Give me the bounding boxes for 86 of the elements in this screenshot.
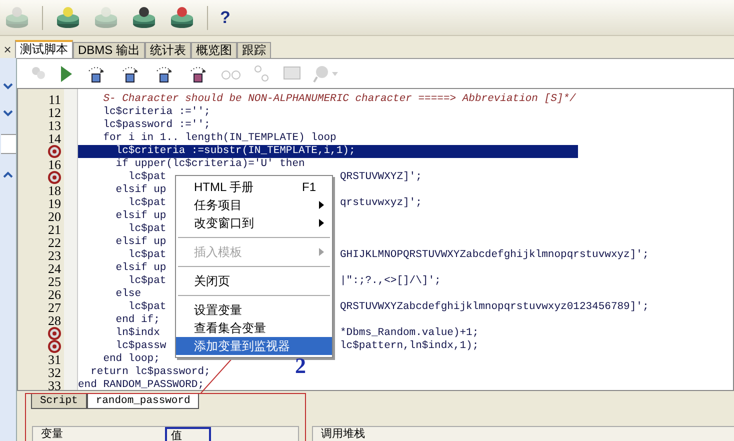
code-line: end if; bbox=[114, 314, 160, 327]
menu-label: 关闭页 bbox=[194, 273, 231, 290]
code-line: elsif up bbox=[114, 262, 166, 275]
column-header[interactable]: 值 bbox=[165, 427, 211, 441]
line-number: 28 bbox=[48, 314, 61, 327]
help-button[interactable]: ? bbox=[220, 4, 230, 30]
annotation-number: 2 bbox=[295, 355, 306, 377]
code-line: elsif up bbox=[114, 236, 166, 249]
tab[interactable]: 统计表 bbox=[145, 42, 192, 58]
menu-label: 设置变量 bbox=[194, 302, 243, 319]
line-number: 19 bbox=[48, 197, 61, 210]
menu-label: 任务项目 bbox=[194, 197, 243, 214]
line-number: 25 bbox=[48, 275, 61, 288]
code-comment: S- Character should be NON-ALPHANUMERIC character =====> Abbreviation [S]*/ bbox=[102, 93, 576, 106]
column-header[interactable]: 变量 bbox=[33, 427, 165, 441]
line-number: 27 bbox=[48, 301, 61, 314]
menu-item[interactable]: 设置变量 bbox=[176, 301, 332, 319]
code-line: end loop; bbox=[102, 353, 160, 366]
code-line: lc$pattern,ln$indx,1); bbox=[340, 340, 479, 353]
code-line: lc$pat bbox=[127, 171, 166, 184]
tab[interactable]: Script bbox=[31, 394, 87, 409]
line-number: 18 bbox=[48, 184, 61, 197]
line-number: 13 bbox=[48, 119, 61, 132]
database-icon[interactable] bbox=[131, 6, 157, 30]
code-line: GHIJKLMNOPQRSTUVWXYZabcdefghijklmnopqrstuvwxyz]'; bbox=[340, 249, 649, 262]
call-stack-header: 调用堆栈 bbox=[312, 426, 734, 441]
breakpoint-icon[interactable] bbox=[48, 171, 61, 184]
menu-label: 查看集合变量 bbox=[194, 320, 267, 337]
line-number: 23 bbox=[48, 249, 61, 262]
breakpoint-icon[interactable] bbox=[48, 327, 61, 340]
code-line: qrstuvwxyz]'; bbox=[340, 197, 422, 210]
menu-item[interactable]: 查看集合变量 bbox=[176, 319, 332, 337]
tab[interactable]: random_password bbox=[86, 394, 200, 409]
line-number: 32 bbox=[48, 366, 61, 379]
code-line: elsif up bbox=[114, 210, 166, 223]
code-line: lc$pat bbox=[127, 275, 166, 288]
line-number: 20 bbox=[48, 210, 61, 223]
breakpoint-icon[interactable] bbox=[48, 340, 61, 353]
code-line: lc$criteria :=''; bbox=[102, 106, 210, 119]
line-number: 24 bbox=[48, 262, 61, 275]
menu-item[interactable]: 添加变量到监视器 bbox=[176, 337, 332, 355]
code-line: else bbox=[114, 288, 142, 301]
code-line: lc$pat bbox=[127, 249, 166, 262]
line-number: 26 bbox=[48, 288, 61, 301]
line-number: 31 bbox=[48, 353, 61, 366]
code-line: end RANDOM_PASSWORD; bbox=[78, 379, 204, 392]
tab[interactable]: 测试脚本 bbox=[15, 40, 73, 58]
code-line: QRSTUVWXYZ]'; bbox=[340, 171, 422, 184]
tab[interactable]: 概览图 bbox=[191, 42, 238, 58]
code-line: QRSTUVWXYZabcdefghijklmnopqrstuvwxyz0123456789]'; bbox=[340, 301, 649, 314]
play-icon[interactable] bbox=[59, 64, 73, 82]
code-line: lc$pat bbox=[127, 197, 166, 210]
menu-item[interactable]: 改变窗口到 bbox=[176, 214, 332, 232]
code-line: ln$indx bbox=[114, 327, 160, 340]
line-number: 14 bbox=[48, 132, 61, 145]
database-icon[interactable] bbox=[55, 6, 81, 30]
line-number: 12 bbox=[48, 106, 61, 119]
tab[interactable]: 跟踪 bbox=[237, 42, 272, 58]
database-icon[interactable] bbox=[169, 6, 195, 30]
code-line: *Dbms_Random.value)+1; bbox=[340, 327, 479, 340]
code-line: lc$pat bbox=[127, 301, 166, 314]
line-number: 21 bbox=[48, 223, 61, 236]
line-number: 22 bbox=[48, 236, 61, 249]
code-line: lc$pat bbox=[127, 223, 166, 236]
menu-item[interactable]: 任务项目 bbox=[176, 196, 332, 214]
code-line: lc$passw bbox=[114, 340, 166, 353]
shortcut-label: F1 bbox=[302, 179, 317, 196]
code-line: lc$password :=''; bbox=[102, 119, 210, 132]
code-line: |":;?.,<>[]/\]'; bbox=[340, 275, 441, 288]
menu-label: 改变窗口到 bbox=[194, 215, 255, 232]
close-button[interactable]: × bbox=[0, 42, 15, 58]
breakpoint-icon[interactable] bbox=[48, 145, 61, 158]
menu-label: HTML 手册 bbox=[194, 179, 255, 196]
tab[interactable]: DBMS 输出 bbox=[73, 42, 146, 58]
line-number: 16 bbox=[48, 158, 61, 171]
code-line: elsif up bbox=[114, 184, 166, 197]
menu-label: 插入模板 bbox=[194, 244, 243, 261]
input-field[interactable] bbox=[0, 134, 16, 154]
code-line: for i in 1.. length(IN_TEMPLATE) loop bbox=[102, 132, 336, 145]
line-number: 33 bbox=[48, 379, 61, 392]
line-number: 11 bbox=[48, 93, 61, 106]
menu-item[interactable]: 关闭页 bbox=[176, 272, 332, 290]
menu-label: 添加变量到监视器 bbox=[194, 338, 291, 355]
code-line: return lc$password; bbox=[90, 366, 210, 379]
code-line: if upper(lc$criteria)='U' then bbox=[114, 158, 305, 171]
menu-item[interactable]: HTML 手册 F1 bbox=[176, 178, 332, 196]
